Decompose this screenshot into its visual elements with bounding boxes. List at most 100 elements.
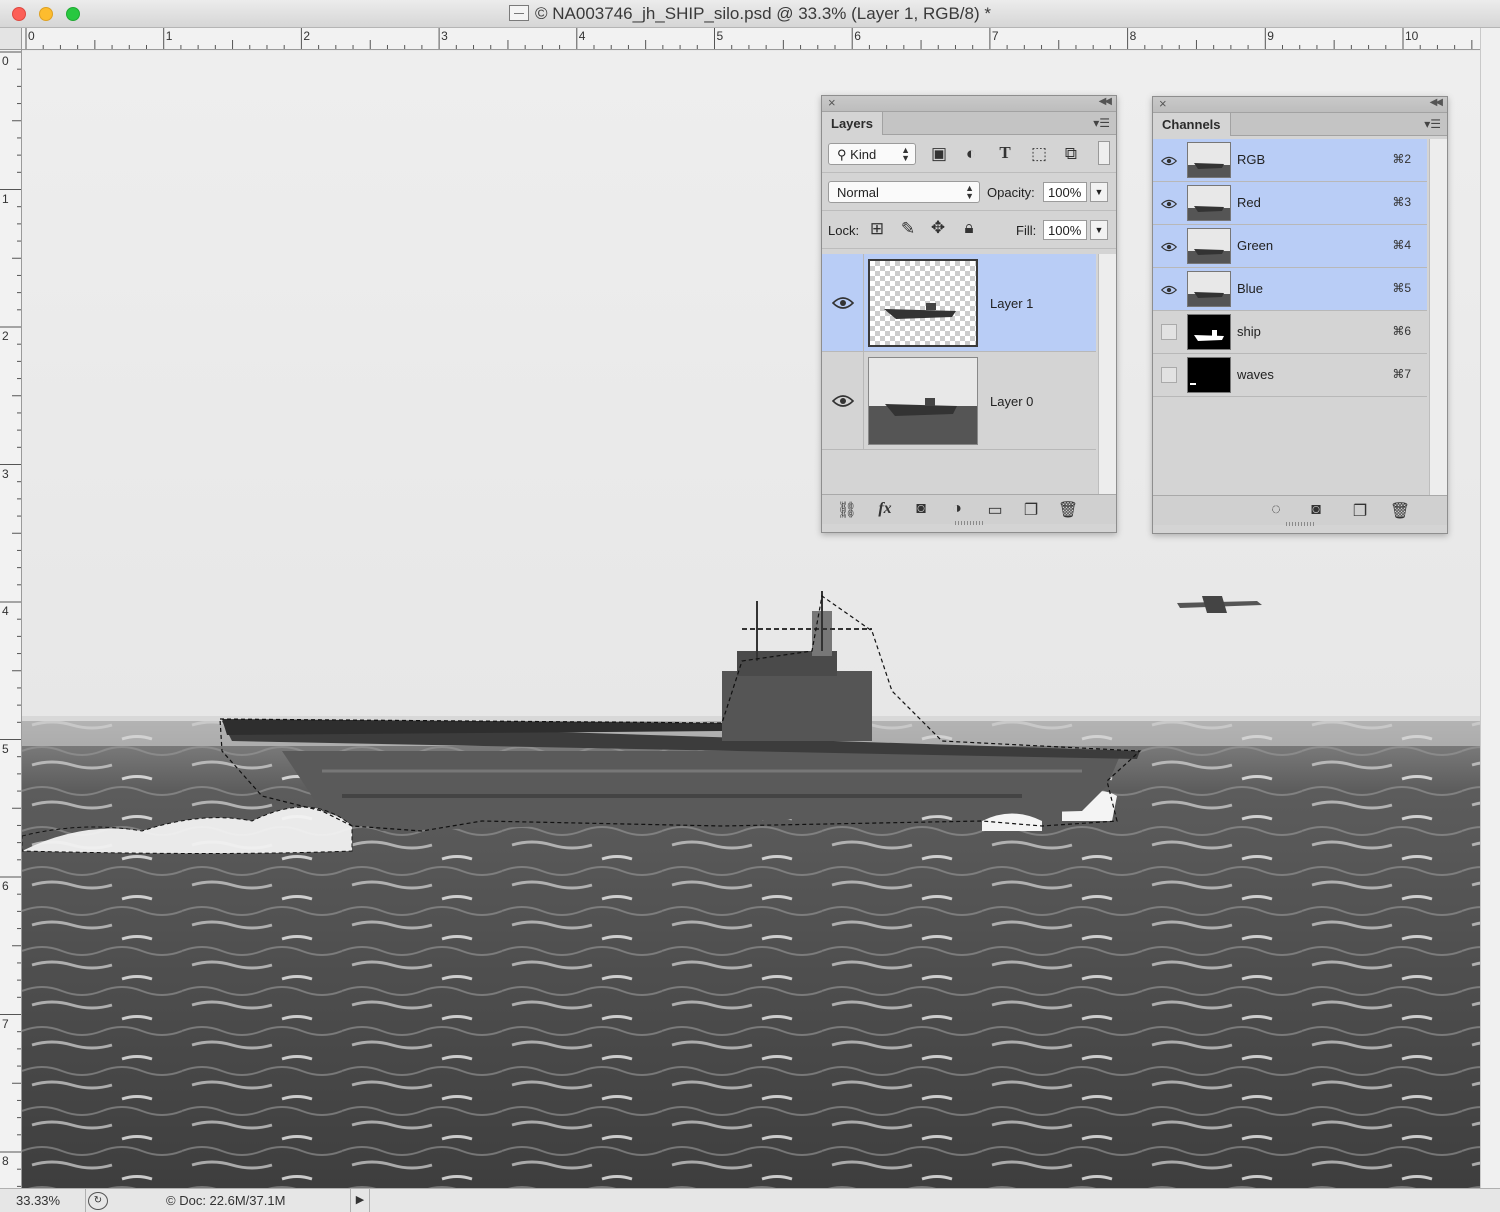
- ruler-label: 7: [2, 1016, 9, 1031]
- shape-layer-filter-icon[interactable]: ⬚: [1028, 144, 1050, 164]
- visibility-toggle[interactable]: [1161, 324, 1177, 340]
- vertical-ruler[interactable]: 0 1 2 3 4 5 6 7 8: [0, 50, 22, 1188]
- visibility-toggle[interactable]: [1161, 367, 1177, 383]
- lock-all-icon[interactable]: 🔒︎: [958, 218, 980, 238]
- resize-grip[interactable]: [1286, 522, 1314, 526]
- lock-row: Lock: ⊞ ✎ ✥ 🔒︎ Fill: 100% ▼: [822, 211, 1116, 249]
- load-selection-icon[interactable]: ◌: [1265, 501, 1287, 519]
- channels-list: RGB ⌘2 Red ⌘3 Green ⌘4 Blue ⌘5 ship ⌘6 w…: [1153, 139, 1449, 495]
- link-layers-icon[interactable]: ⛓: [836, 500, 858, 520]
- layer-thumbnail: [868, 259, 978, 347]
- channel-thumbnail: [1187, 271, 1231, 307]
- pixel-layer-filter-icon[interactable]: ▣: [928, 144, 950, 164]
- fill-field[interactable]: 100%: [1043, 220, 1087, 240]
- doc-size: © Doc: 22.6M/37.1M: [166, 1193, 286, 1208]
- filter-toggle-switch[interactable]: [1098, 141, 1110, 165]
- eye-icon[interactable]: [1161, 282, 1177, 298]
- close-icon[interactable]: ×: [828, 95, 836, 110]
- ruler-label: 4: [2, 604, 9, 618]
- panel-menu-icon[interactable]: ▾☰: [1424, 117, 1441, 131]
- eye-icon[interactable]: [832, 394, 854, 408]
- channel-thumbnail: [1187, 228, 1231, 264]
- ruler-label: 0: [28, 29, 35, 43]
- fill-label: Fill:: [1016, 223, 1037, 238]
- channel-name: ship: [1237, 324, 1261, 339]
- panel-menu-icon[interactable]: ▾☰: [1093, 116, 1110, 130]
- layer-filter-row: ⚲ Kind ▲ ▼ ▣ ◐ T ⬚ ⧉: [822, 135, 1116, 173]
- eye-icon[interactable]: [1161, 239, 1177, 255]
- channel-row-red[interactable]: Red ⌘3: [1153, 182, 1427, 225]
- channel-row-blue[interactable]: Blue ⌘5: [1153, 268, 1427, 311]
- eye-icon[interactable]: [832, 296, 854, 310]
- trash-icon[interactable]: 🗑︎: [1389, 501, 1411, 521]
- layers-scrollbar[interactable]: [1098, 254, 1116, 494]
- lock-position-icon[interactable]: ✥: [927, 218, 949, 238]
- layer-name[interactable]: Layer 0: [990, 394, 1033, 409]
- resize-grip[interactable]: [955, 521, 983, 525]
- layer-row[interactable]: Layer 1: [822, 254, 1096, 352]
- timing-icon[interactable]: ↻: [88, 1192, 108, 1210]
- collapse-icon[interactable]: ◀◀: [1099, 96, 1112, 107]
- close-icon[interactable]: ×: [1159, 96, 1167, 111]
- layer-name[interactable]: Layer 1: [990, 296, 1033, 311]
- fx-icon[interactable]: fx: [874, 500, 896, 518]
- channel-shortcut: ⌘6: [1392, 324, 1411, 338]
- trash-icon[interactable]: 🗑︎: [1057, 500, 1079, 520]
- channel-shortcut: ⌘2: [1392, 152, 1411, 166]
- new-layer-icon[interactable]: ❐: [1020, 500, 1042, 520]
- blend-mode-select[interactable]: Normal ▲ ▼: [828, 181, 980, 203]
- lock-image-pixels-icon[interactable]: ✎: [897, 219, 919, 239]
- doc-size-text: Doc: 22.6M/37.1M: [179, 1193, 286, 1208]
- new-channel-icon[interactable]: ❐: [1349, 501, 1371, 521]
- channel-row-green[interactable]: Green ⌘4: [1153, 225, 1427, 268]
- fill-dropdown-button[interactable]: ▼: [1090, 220, 1108, 240]
- folder-icon[interactable]: ▭: [984, 500, 1006, 520]
- title-bar: © NA003746_jh_SHIP_silo.psd @ 33.3% (Lay…: [0, 0, 1500, 28]
- status-bar: 33.33% ↻ © Doc: 22.6M/37.1M ▶: [0, 1188, 1500, 1212]
- add-mask-icon[interactable]: ◙: [910, 500, 932, 518]
- ruler-label: 1: [2, 191, 9, 206]
- layer-row[interactable]: Layer 0: [822, 352, 1096, 450]
- channel-thumbnail: [1187, 314, 1231, 350]
- adjustment-layer-icon[interactable]: ◑: [946, 500, 968, 518]
- channel-name: RGB: [1237, 152, 1266, 167]
- tab-channels[interactable]: Channels: [1153, 113, 1231, 136]
- horizontal-ruler[interactable]: 0 1 2 3 4 5 6 7 8 9 10: [22, 28, 1480, 50]
- save-selection-icon[interactable]: ◙: [1305, 501, 1327, 519]
- eye-icon[interactable]: [1161, 153, 1177, 169]
- tab-layers[interactable]: Layers: [822, 112, 883, 135]
- photo-thumbnail-icon: [1188, 163, 1230, 177]
- window-title-wrap: © NA003746_jh_SHIP_silo.psd @ 33.3% (Lay…: [0, 4, 1500, 24]
- filter-kind-label: Kind: [850, 147, 877, 162]
- channel-thumbnail: [1187, 185, 1231, 221]
- type-layer-filter-icon[interactable]: T: [994, 143, 1016, 163]
- channel-name: Blue: [1237, 281, 1264, 296]
- channels-panel-header[interactable]: × ◀◀: [1153, 96, 1447, 113]
- status-menu-arrow[interactable]: ▶: [350, 1189, 370, 1212]
- channel-shortcut: ⌘7: [1392, 367, 1411, 381]
- channel-row-rgb[interactable]: RGB ⌘2: [1153, 139, 1427, 182]
- ruler-label: 3: [441, 29, 448, 43]
- vertical-scrollbar[interactable]: [1480, 28, 1500, 1188]
- adjustment-layer-filter-icon[interactable]: ◐: [960, 144, 982, 164]
- smart-object-filter-icon[interactable]: ⧉: [1060, 144, 1082, 164]
- blend-row: Normal ▲ ▼ Opacity: 100% ▼: [822, 173, 1116, 211]
- opacity-dropdown-button[interactable]: ▼: [1090, 182, 1108, 202]
- filter-kind-select[interactable]: ⚲ Kind ▲ ▼: [828, 143, 916, 165]
- ruler-origin[interactable]: [0, 28, 22, 50]
- ruler-label: 7: [991, 29, 999, 43]
- channels-scrollbar[interactable]: [1429, 139, 1447, 495]
- layers-panel-header[interactable]: × ◀◀: [822, 95, 1116, 112]
- ship-thumbnail-icon: [884, 303, 956, 319]
- channel-name: Red: [1237, 195, 1261, 210]
- channel-row-ship[interactable]: ship ⌘6: [1153, 311, 1427, 354]
- document-proxy-icon[interactable]: [509, 5, 530, 21]
- collapse-icon[interactable]: ◀◀: [1430, 97, 1443, 108]
- ruler-label: 0: [2, 54, 9, 68]
- eye-icon[interactable]: [1161, 196, 1177, 212]
- opacity-label: Opacity:: [987, 185, 1035, 200]
- lock-transparent-pixels-icon[interactable]: ⊞: [866, 219, 888, 239]
- channel-row-waves[interactable]: waves ⌘7: [1153, 354, 1427, 397]
- zoom-field[interactable]: 33.33%: [0, 1189, 86, 1212]
- opacity-field[interactable]: 100%: [1043, 182, 1087, 202]
